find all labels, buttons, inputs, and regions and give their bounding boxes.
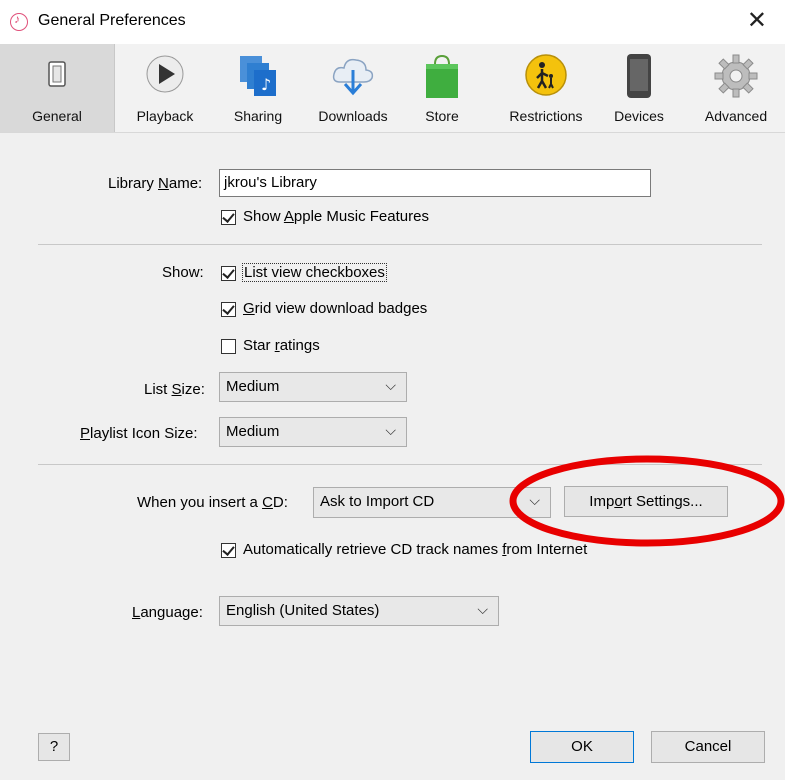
highlight-ellipse: [509, 455, 785, 547]
